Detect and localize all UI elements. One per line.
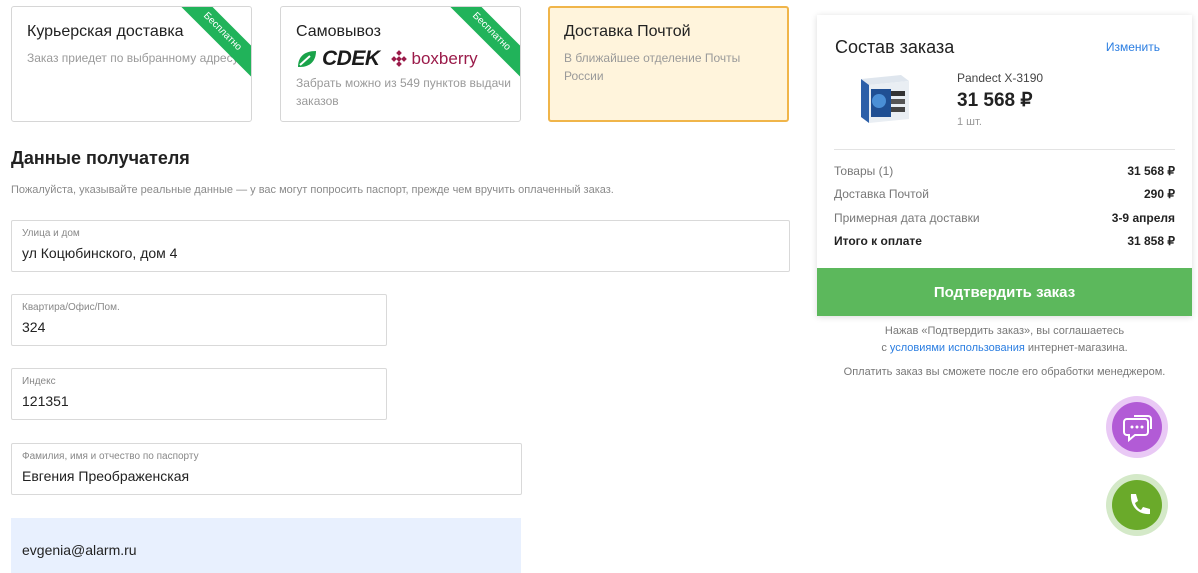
row-value: 290 ₽ [1144,187,1175,201]
product-price: 31 568 ₽ [957,90,1033,111]
delivery-option-courier[interactable]: Курьерская доставка Заказ приедет по выб… [11,6,252,122]
summary-divider [834,149,1175,150]
chat-bubbles-icon [1123,415,1152,443]
delivery-option-title: Самовывоз [296,23,381,40]
street-field[interactable]: Улица и дом ул Коцюбинского, дом 4 [11,220,790,272]
summary-row-items: Товары (1) 31 568 ₽ [834,164,1175,182]
product-name: Pandect X-3190 [957,71,1044,85]
delivery-option-title: Курьерская доставка [27,23,184,40]
field-value: 324 [22,319,46,335]
row-label: Товары (1) [834,164,894,178]
product-quantity: 1 шт. [957,116,982,128]
terms-link[interactable]: условиями использования [890,342,1025,354]
boxberry-logo: boxberry [390,49,478,69]
product-image [861,75,909,123]
chat-button-inner [1112,402,1162,452]
edit-order-link[interactable]: Изменить [1106,40,1160,54]
delivery-option-desc: Забрать можно из 549 пунктов выдачи зака… [296,76,511,108]
field-label: Индекс [22,376,56,387]
payment-note: Оплатить заказ вы сможете после его обра… [843,366,1166,378]
row-value: 3-9 апреля [1111,211,1175,225]
phone-icon [1130,494,1150,515]
summary-title: Состав заказа [835,37,955,57]
row-label: Доставка Почтой [834,187,929,201]
call-button[interactable] [1106,474,1168,536]
email-field[interactable]: evgenia@alarm.ru [11,518,521,573]
confirm-order-button[interactable]: Подтвердить заказ [817,268,1192,316]
row-value: 31 858 ₽ [1127,234,1175,248]
field-value: ул Коцюбинского, дом 4 [22,245,178,261]
row-label: Итого к оплате [834,234,922,248]
boxberry-logo-text: boxberry [411,49,478,68]
postal-code-field[interactable]: Индекс 121351 [11,368,387,420]
row-value: 31 568 ₽ [1127,164,1175,178]
field-value: Евгения Преображенская [22,468,190,484]
agreement-line: с условиями использования интернет-магаз… [817,340,1192,357]
field-label: Улица и дом [22,228,80,239]
free-badge: Бесплатно [175,7,251,79]
agreement-suffix: интернет-магазина. [1027,342,1128,354]
field-label: Квартира/Офис/Пом. [22,302,120,313]
field-label: Фамилия, имя и отчество по паспорту [22,451,199,462]
boxberry-berry-icon [390,50,407,67]
recipient-section-title: Данные получателя [11,148,190,168]
agreement-text: Нажав «Подтвердить заказ», вы соглашаете… [884,325,1125,337]
summary-row-total: Итого к оплате 31 858 ₽ [834,234,1175,252]
row-label: Примерная дата доставки [834,211,980,225]
summary-row-delivery-date: Примерная дата доставки 3-9 апреля [834,211,1175,229]
field-value: 121351 [22,393,69,409]
cdek-logo: CDEK [296,47,380,71]
delivery-option-title: Доставка Почтой [564,23,691,40]
delivery-option-desc: Заказ приедет по выбранному адресу [27,51,239,65]
delivery-option-post[interactable]: Доставка Почтой В ближайшее отделение По… [548,6,789,122]
cdek-leaf-icon [298,51,316,67]
call-button-inner [1112,480,1162,530]
apartment-field[interactable]: Квартира/Офис/Пом. 324 [11,294,387,346]
delivery-option-desc: В ближайшее отделение Почты России [564,51,741,83]
chat-button[interactable] [1106,396,1168,458]
cdek-logo-text: CDEK [322,47,380,70]
recipient-note: Пожалуйста, указывайте реальные данные —… [11,184,614,196]
agreement-mid: с [881,342,887,354]
delivery-option-pickup[interactable]: Самовывоз CDEK boxberry Забрать можно из [280,6,521,122]
email-value: evgenia@alarm.ru [22,542,137,558]
partner-logos: CDEK boxberry [296,47,478,71]
full-name-field[interactable]: Фамилия, имя и отчество по паспорту Евге… [11,443,522,495]
order-summary: Состав заказа Изменить Pandect X-3190 31… [817,15,1192,316]
terms-agreement: Нажав «Подтвердить заказ», вы соглашаете… [817,323,1192,357]
summary-row-shipping: Доставка Почтой 290 ₽ [834,187,1175,205]
